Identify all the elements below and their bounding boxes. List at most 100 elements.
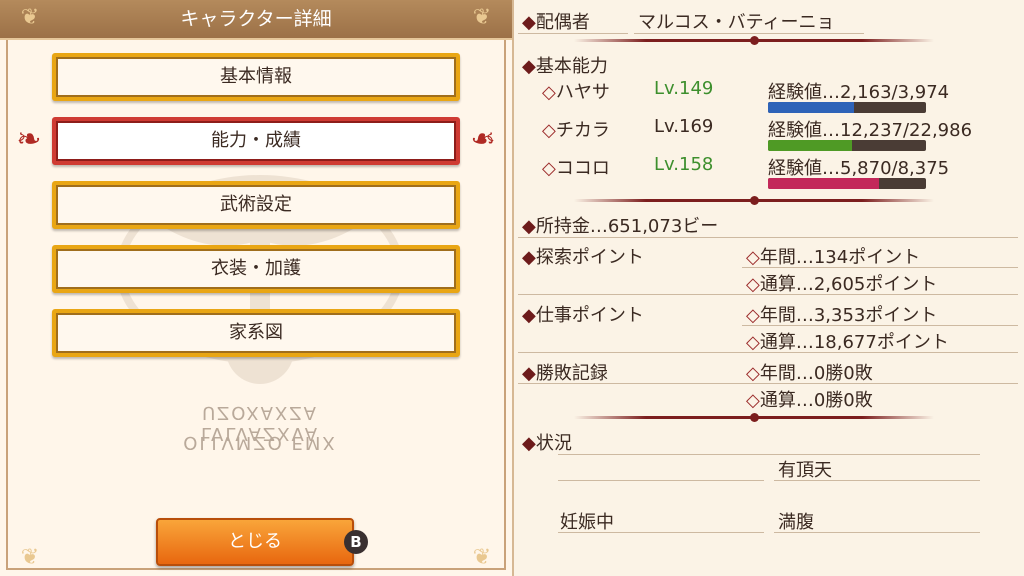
status-item: 有頂天 [778,460,832,481]
close-button-label: とじる [228,531,282,552]
menu-button-label: 衣装・加護 [211,258,301,279]
diamond-icon: ◆ [522,363,536,384]
explore-total-value: 通算…2,605ポイント [759,274,938,295]
underline [558,532,764,533]
menu-button-label: 能力・成績 [211,130,301,151]
outline-diamond-icon: ◇ [746,305,760,326]
explore-year: ◇年間…134ポイント [746,243,920,269]
work-year: ◇年間…3,353ポイント [746,301,937,327]
menu-button-basic-info[interactable]: 基本情報 [52,53,460,101]
ability-row-hayasa: ◇ハヤサ [542,78,610,104]
explore-total: ◇通算…2,605ポイント [746,270,937,296]
status-label: 状況 [535,433,572,454]
ability-name: ハヤサ [555,82,610,103]
ability-level: Lv.149 [654,78,714,99]
abilities-label: 基本能力 [535,56,608,77]
underline [742,325,1018,326]
spouse-heading: ◆配偶者 [522,8,590,34]
ability-exp: 経験値…12,237/22,986 [768,120,973,141]
underline [518,352,1018,353]
corner-ornament-icon: ❦ [472,5,492,30]
ability-exp: 経験値…2,163/3,974 [768,82,950,103]
exp-bar-fill [768,102,854,113]
ability-name: チカラ [555,120,610,141]
watermark-text: OLLVMZO EMX [183,432,337,453]
outline-diamond-icon: ◇ [746,274,760,295]
spouse-label: 配偶者 [535,12,590,33]
outline-diamond-icon: ◇ [746,332,760,353]
underline [518,237,1018,238]
money-row: ◆所持金…651,073ビー [522,212,718,238]
underline [518,383,742,384]
panel-header: キャラクター詳細 [0,0,512,40]
ability-row-chikara: ◇チカラ [542,116,610,142]
underline [634,33,864,34]
exp-bar [768,140,926,151]
menu-button-martial-settings[interactable]: 武術設定 [52,181,460,229]
ability-level: Lv.169 [654,116,714,137]
header-title: キャラクター詳細 [180,8,332,30]
explore-year-value: 年間…134ポイント [759,247,921,268]
outline-diamond-icon: ◇ [542,120,556,141]
ability-row-kokoro: ◇ココロ [542,154,610,180]
abilities-heading: ◆基本能力 [522,52,608,78]
left-panel: キャラクター詳細 ❦ ❦ LVLVAZXVA UZOXAXZA OLLVMZO … [0,0,512,576]
menu-button-label: 家系図 [229,322,283,343]
work-heading: ◆仕事ポイント [522,301,644,327]
record-heading: ◆勝敗記録 [522,359,608,385]
outline-diamond-icon: ◇ [746,363,760,384]
exp-bar-fill [768,140,853,151]
details-panel: ◆配偶者 マルコス・バティーニョ ◆基本能力 ◇ハヤサ Lv.149 経験値…2… [512,0,1024,576]
ability-exp: 経験値…5,870/8,375 [768,158,950,179]
menu-button-label: 基本情報 [220,66,292,87]
selection-flourish-icon: ❧ [16,122,42,157]
diamond-icon: ◆ [522,12,536,33]
status-item: 満腹 [778,512,814,533]
diamond-icon: ◆ [522,56,536,77]
record-total-value: 通算…0勝0敗 [759,390,873,411]
work-total: ◇通算…18,677ポイント [746,328,949,354]
section-divider [574,413,934,422]
status-heading: ◆状況 [522,429,572,455]
ability-name: ココロ [555,158,610,179]
section-divider [574,196,934,205]
record-year-value: 年間…0勝0敗 [759,363,873,384]
menu-button-outfit-blessing[interactable]: 衣装・加護 [52,245,460,293]
work-label: 仕事ポイント [535,305,644,326]
underline [742,383,1018,384]
record-year: ◇年間…0勝0敗 [746,359,873,385]
spouse-name: マルコス・バティーニョ [638,12,835,33]
work-total-value: 通算…18,677ポイント [759,332,949,353]
menu-button-ability-results[interactable]: 能力・成績 [52,117,460,165]
menu-button-label: 武術設定 [220,194,292,215]
outline-diamond-icon: ◇ [746,390,760,411]
outline-diamond-icon: ◇ [746,247,760,268]
diamond-icon: ◆ [522,433,536,454]
underline [774,532,980,533]
explore-label: 探索ポイント [535,247,644,268]
underline [774,480,980,481]
section-divider [574,36,934,45]
b-button-icon: B [344,530,368,554]
record-total: ◇通算…0勝0敗 [746,386,873,412]
underline [742,267,1018,268]
selection-flourish-icon: ❧ [470,122,496,157]
status-item: 妊娠中 [560,512,614,533]
ability-level: Lv.158 [654,154,714,175]
underline [518,33,628,34]
explore-heading: ◆探索ポイント [522,243,644,269]
close-button[interactable]: とじる [156,518,354,566]
underline [518,294,1018,295]
diamond-icon: ◆ [522,216,536,237]
work-year-value: 年間…3,353ポイント [759,305,938,326]
outline-diamond-icon: ◇ [542,158,556,179]
diamond-icon: ◆ [522,305,536,326]
corner-ornament-icon: ❦ [20,545,40,570]
menu-button-family-tree[interactable]: 家系図 [52,309,460,357]
corner-ornament-icon: ❦ [472,545,492,570]
outline-diamond-icon: ◇ [542,82,556,103]
exp-bar-fill [768,178,879,189]
corner-ornament-icon: ❦ [20,5,40,30]
diamond-icon: ◆ [522,247,536,268]
money-value: 所持金…651,073ビー [535,216,719,237]
